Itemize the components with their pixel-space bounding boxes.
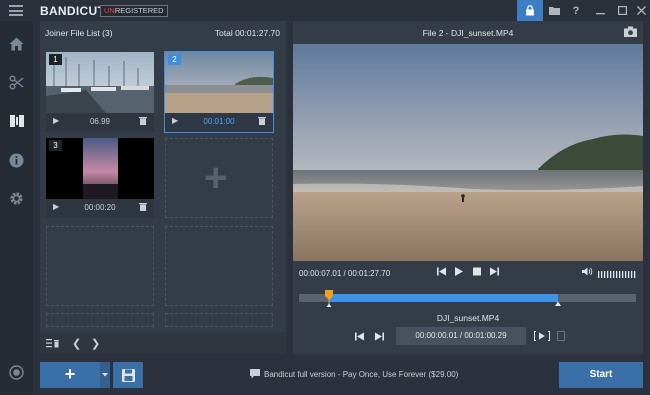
chevron-down-icon	[102, 373, 108, 377]
skip-back-icon[interactable]	[437, 267, 446, 278]
previous-arrow-icon[interactable]: ❮	[72, 337, 81, 350]
bandicut-window: BANDICUT UNREGISTERED ? Joiner File List…	[0, 0, 650, 395]
file-tile-2[interactable]: 2 ▶ 00:01:00	[164, 51, 274, 133]
hamburger-menu-icon[interactable]	[9, 5, 23, 16]
playback-time-readout: 00:00:07.01 / 00:01:27.70	[299, 269, 391, 278]
segment-filename: DJI_sunset.MP4	[436, 313, 500, 323]
player-panel: File 2 - DJI_sunset.MP4 00:00:07.01 / 00…	[293, 21, 643, 354]
tile-number: 1	[49, 54, 62, 65]
join-film-icon	[9, 115, 24, 127]
segment-time-field[interactable]: 00:00:00.01 / 00:01:00.29	[396, 327, 526, 345]
play-icon[interactable]	[455, 267, 463, 278]
snapshot-camera-icon[interactable]	[624, 26, 637, 40]
tile-number: 3	[49, 140, 62, 151]
volume-icon[interactable]	[582, 267, 593, 278]
clear-list-icon[interactable]	[46, 338, 60, 351]
sidebar-record[interactable]	[0, 357, 33, 387]
joiner-header: Joiner File List (3) Total 00:01:27.70	[40, 21, 286, 45]
sidebar-cut[interactable]	[0, 67, 33, 97]
maximize-icon	[617, 6, 627, 15]
tile-number: 2	[168, 54, 181, 65]
sidebar-settings[interactable]	[0, 183, 33, 213]
next-arrow-icon[interactable]: ❯	[91, 337, 100, 350]
home-icon	[9, 37, 24, 51]
lock-icon	[526, 5, 534, 16]
promo-link[interactable]: Bandicut full version - Pay Once, Use Fo…	[264, 370, 458, 379]
segment-previous-icon[interactable]	[355, 332, 364, 343]
empty-slot	[46, 313, 154, 327]
trash-icon[interactable]	[139, 202, 147, 214]
joiner-total: Total 00:01:27.70	[214, 28, 280, 38]
add-file-dropdown[interactable]	[100, 362, 110, 388]
stop-icon[interactable]	[473, 267, 481, 278]
segment-next-icon[interactable]	[375, 332, 384, 343]
save-project-button[interactable]	[113, 362, 143, 388]
sidebar-info[interactable]	[0, 145, 33, 175]
add-file-button[interactable]: +	[40, 362, 100, 388]
skip-forward-icon[interactable]	[490, 267, 499, 278]
playhead-marker[interactable]	[324, 290, 334, 308]
unregistered-badge: UNREGISTERED	[100, 5, 168, 17]
volume-slider[interactable]	[598, 270, 636, 280]
thumbnail-beach	[165, 52, 273, 113]
folder-icon	[548, 7, 560, 15]
joiner-file-list-panel: Joiner File List (3) Total 00:01:27.70 1…	[40, 21, 286, 354]
info-icon	[9, 153, 24, 167]
file-tile-1[interactable]: 1 ▶ 06.99	[46, 52, 154, 132]
joiner-title: Joiner File List (3)	[45, 28, 113, 38]
close-button[interactable]	[628, 0, 650, 21]
thumbnail-harbor	[46, 52, 154, 113]
file-tile-3[interactable]: 3 ▶ 00:00:20	[46, 138, 154, 218]
video-preview[interactable]	[293, 44, 643, 261]
lock-button[interactable]	[517, 0, 543, 21]
segment-option-icon[interactable]	[557, 331, 565, 343]
record-icon	[9, 364, 24, 380]
trash-icon[interactable]	[139, 116, 147, 128]
trash-icon[interactable]	[258, 116, 266, 128]
plus-icon: +	[204, 156, 228, 200]
sidebar-home[interactable]	[0, 29, 33, 59]
start-button[interactable]: Start	[559, 362, 643, 388]
message-icon	[250, 369, 260, 382]
help-button[interactable]: ?	[563, 0, 589, 21]
add-file-tile[interactable]: +	[165, 138, 273, 218]
segment-end-marker[interactable]	[554, 301, 562, 307]
bottom-bar: + Bandicut full version - Pay Once, Use …	[33, 354, 650, 395]
sidebar-join[interactable]	[0, 106, 33, 136]
thumbnail-sunset	[46, 138, 154, 199]
question-icon: ?	[572, 4, 580, 17]
gear-icon	[10, 191, 23, 205]
save-icon	[121, 368, 135, 382]
player-title: File 2 - DJI_sunset.MP4	[422, 28, 514, 38]
tile-duration: 00:01:00	[203, 117, 235, 126]
minimize-icon	[595, 13, 605, 15]
tile-duration: 00:00:20	[84, 203, 116, 212]
close-icon	[636, 6, 646, 15]
scissors-icon	[9, 75, 24, 89]
timeline-bar[interactable]	[299, 290, 636, 307]
empty-slot	[165, 313, 273, 327]
empty-slot	[165, 226, 273, 306]
tile-duration: 06.99	[89, 117, 111, 126]
empty-slot	[46, 226, 154, 306]
selected-segment[interactable]	[329, 294, 559, 302]
sidebar	[0, 21, 33, 395]
app-brand: BANDICUT	[40, 4, 106, 18]
joiner-footer: ❮ ❯	[40, 332, 286, 354]
play-segment-icon[interactable]	[534, 331, 550, 343]
title-bar: BANDICUT UNREGISTERED ?	[0, 0, 650, 21]
